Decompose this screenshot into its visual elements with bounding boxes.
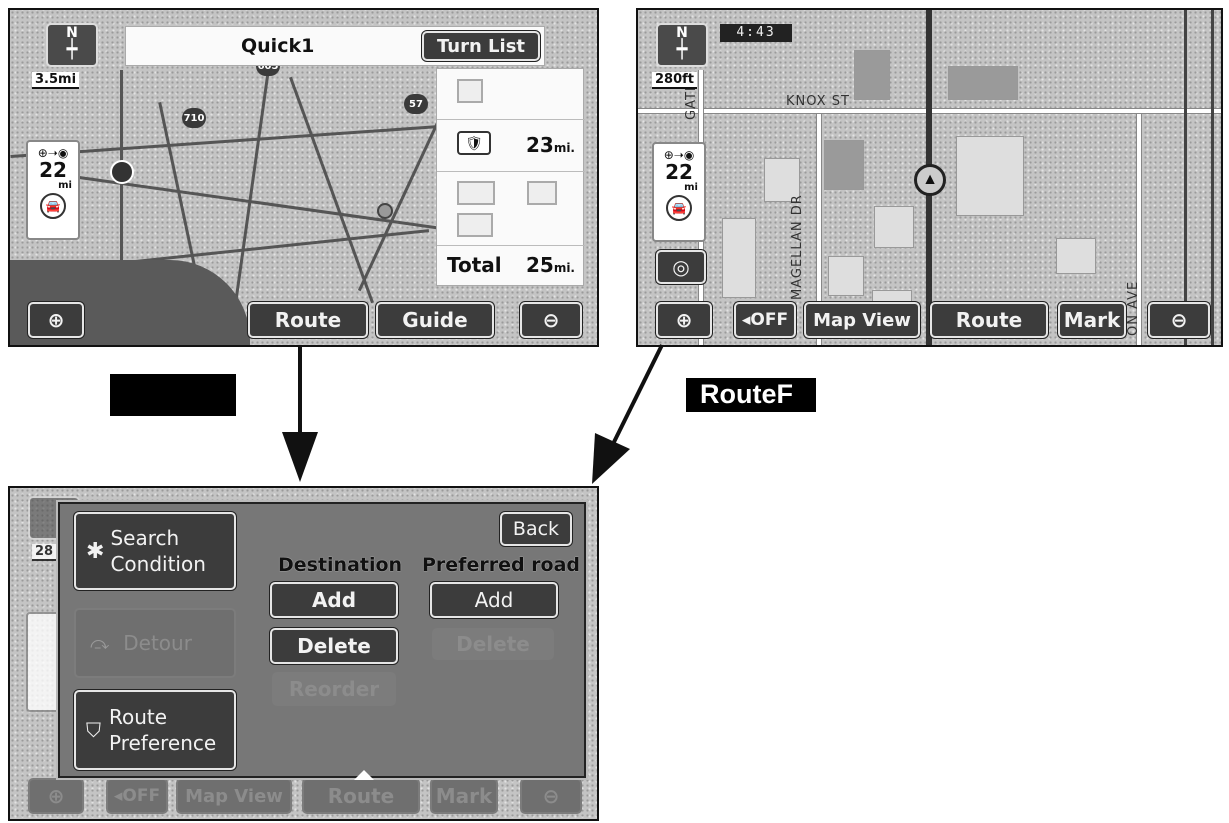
preferred-road-heading: Preferred road xyxy=(422,554,581,576)
route-menu-screen: 28 ⊕ ◂OFF Map View Route Mark ⊖ ✱ Search… xyxy=(8,486,599,821)
back-button[interactable]: Back xyxy=(500,512,572,546)
destination-delete-button[interactable]: Delete xyxy=(270,628,398,664)
arrow-right xyxy=(612,344,664,443)
off-button: ◂OFF xyxy=(106,778,168,814)
zoom-in-button: ⊕ xyxy=(28,778,84,814)
detour-label: Detour xyxy=(123,631,192,655)
zoom-out-button: ⊖ xyxy=(520,778,582,814)
route-menu-panel: ✱ Search Condition ⤼ Detour ⛉ Route Pref… xyxy=(58,502,586,778)
map-view-button: Map View xyxy=(176,778,292,814)
route-preference-icon: ⛉ xyxy=(86,718,101,742)
arrowhead-left xyxy=(282,432,318,482)
mark-button: Mark xyxy=(430,778,498,814)
search-condition-button[interactable]: ✱ Search Condition xyxy=(74,512,236,590)
route-preference-label: Route Preference xyxy=(109,705,217,755)
map-scale: 28 xyxy=(32,544,57,561)
destination-heading: Destination xyxy=(278,554,403,576)
route-button: Route xyxy=(302,778,420,814)
menu-pointer-icon xyxy=(354,770,374,780)
preferred-road-delete-button: Delete xyxy=(432,628,554,660)
preferred-road-add-button[interactable]: Add xyxy=(430,582,558,618)
destination-add-button[interactable]: Add xyxy=(270,582,398,618)
arrowhead-right xyxy=(592,433,630,484)
search-condition-label: Search Condition xyxy=(110,526,206,576)
reorder-button: Reorder xyxy=(272,672,396,706)
route-preference-button[interactable]: ⛉ Route Preference xyxy=(74,690,236,770)
detour-icon: ⤼ xyxy=(90,632,110,654)
detour-button: ⤼ Detour xyxy=(74,608,236,678)
search-condition-icon: ✱ xyxy=(86,538,105,564)
